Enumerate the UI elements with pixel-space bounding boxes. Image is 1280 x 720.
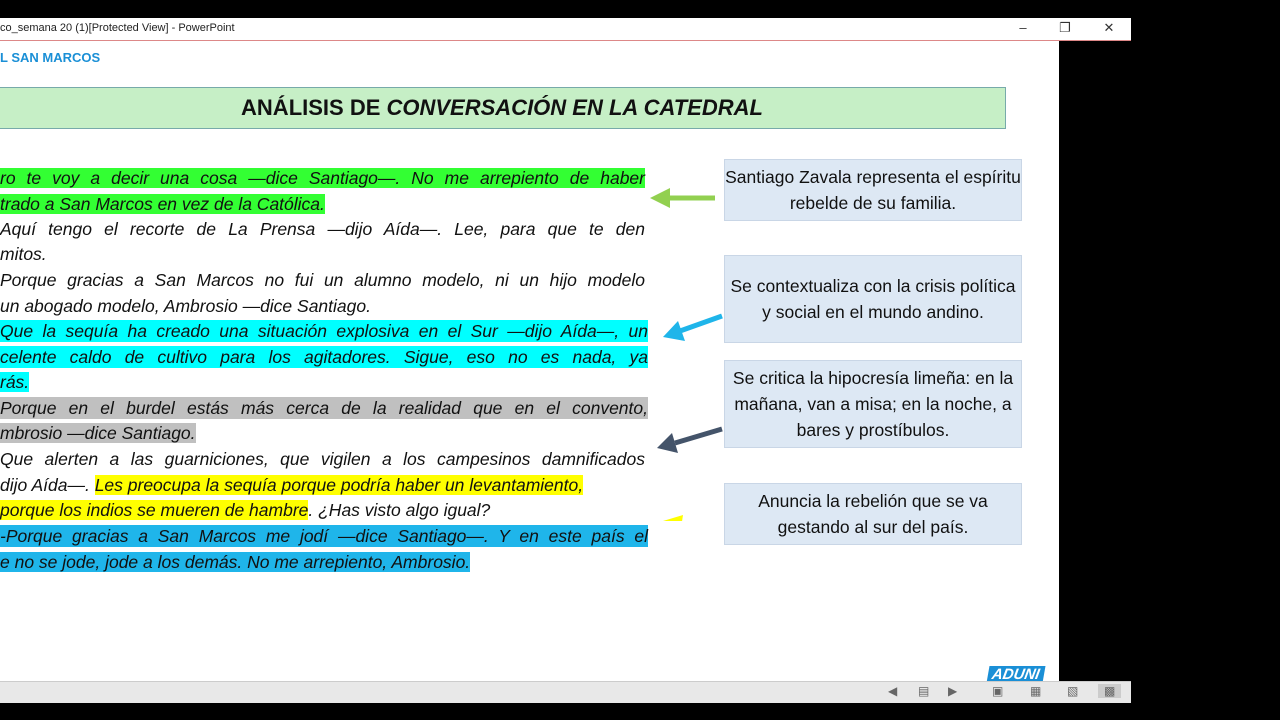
next-slide-icon[interactable]: ▶ <box>948 684 957 698</box>
arrow-icon-green <box>650 188 715 208</box>
heading-title: CONVERSACIÓN EN LA CATEDRAL <box>386 95 763 120</box>
text-line: un abogado modelo, Ambrosio —dice Santia… <box>0 296 371 316</box>
close-button[interactable]: ✕ <box>1094 20 1124 36</box>
heading-text: ANÁLISIS DE <box>241 95 387 120</box>
text-line: -Porque gracias a San Marcos me jodí —di… <box>0 525 648 547</box>
black-area <box>1059 41 1131 681</box>
text-line: celente caldo de cultivo para los agitad… <box>0 346 648 368</box>
note-box: Se contextualiza con la crisis política … <box>724 255 1022 343</box>
text-line: mitos. <box>0 244 47 264</box>
slide-sorter-icon[interactable]: ▦ <box>1030 684 1041 698</box>
slide-menu-icon[interactable]: ▤ <box>918 684 929 698</box>
restore-button[interactable]: ❐ <box>1050 20 1080 36</box>
text-line: Que alerten a las guarniciones, que vigi… <box>0 449 645 469</box>
text-line: rás. <box>0 371 645 393</box>
note-box: Se critica la hipocresía limeña: en la m… <box>724 360 1022 448</box>
arrow-icon-yellow <box>663 515 683 521</box>
window-title: co_semana 20 (1)[Protected View] - Power… <box>0 22 235 34</box>
highlight-green: ro te voy a decir una cosa —dice Santiag… <box>0 168 645 188</box>
text-line: e no se jode, jode a los demás. No me ar… <box>0 551 645 573</box>
highlight-yellow: Les preocupa la sequía porque podría hab… <box>94 475 584 495</box>
highlight-yellow: porque los indios se mueren de hambre <box>0 500 309 520</box>
arrow-icon-dark <box>657 426 723 453</box>
powerpoint-window: co_semana 20 (1)[Protected View] - Power… <box>0 18 1131 703</box>
slideshow-icon[interactable]: ▩ <box>1098 684 1122 698</box>
text-line: dijo Aída—. Les preocupa la sequía porqu… <box>0 474 645 496</box>
text-line: Porque gracias a San Marcos no fui un al… <box>0 270 645 290</box>
highlight-green: trado a San Marcos en vez de la Católica… <box>0 194 325 214</box>
brand-text: L SAN MARCOS <box>0 50 101 65</box>
text: dijo Aída—. <box>0 475 95 495</box>
highlight-gray: mbrosio —dice Santiago. <box>0 423 196 443</box>
reading-view-icon[interactable]: ▧ <box>1067 684 1078 698</box>
highlight-cyan: rás. <box>0 372 30 392</box>
text-line: Porque en el burdel estás más cerca de l… <box>0 397 648 419</box>
minimize-button[interactable]: – <box>1008 20 1038 35</box>
text-line: ro te voy a decir una cosa —dice Santiag… <box>0 167 645 189</box>
title-bar: co_semana 20 (1)[Protected View] - Power… <box>0 18 1131 41</box>
arrow-icon-cyan <box>663 313 723 341</box>
highlight-blue: e no se jode, jode a los demás. No me ar… <box>0 552 471 572</box>
text-line: mbrosio —dice Santiago. <box>0 422 645 444</box>
text-line: Aquí tengo el recorte de La Prensa —dijo… <box>0 219 645 239</box>
previous-slide-icon[interactable]: ◀ <box>888 684 897 698</box>
normal-view-icon[interactable]: ▣ <box>992 684 1003 698</box>
text: . ¿Has visto algo igual? <box>308 500 491 520</box>
arrows <box>650 188 723 521</box>
note-box: Santiago Zavala representa el espíritu r… <box>724 159 1022 221</box>
text-line: porque los indios se mueren de hambre. ¿… <box>0 499 645 521</box>
slide: L SAN MARCOS ANÁLISIS DE CONVERSACIÓN EN… <box>0 41 1059 683</box>
slide-heading: ANÁLISIS DE CONVERSACIÓN EN LA CATEDRAL <box>0 87 1006 129</box>
text-line: trado a San Marcos en vez de la Católica… <box>0 193 645 215</box>
status-bar: ◀ ▤ ▶ ▣ ▦ ▧ ▩ <box>0 681 1131 703</box>
text-line: Que la sequía ha creado una situación ex… <box>0 320 648 342</box>
note-box: Anuncia la rebelión que se va gestando a… <box>724 483 1022 545</box>
